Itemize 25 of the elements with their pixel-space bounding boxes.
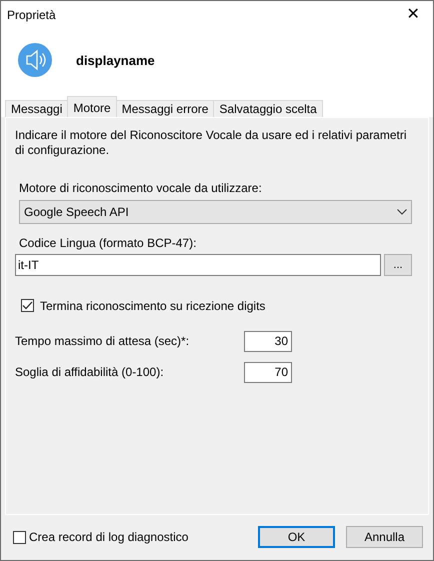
tab[interactable]: Salvataggio scelta [213,100,323,117]
ok-button[interactable]: OK [258,526,335,548]
tab[interactable]: Messaggi [5,100,68,117]
field-label: Codice Lingua (formato BCP-47): [19,234,198,252]
close-button[interactable]: ✕ [393,1,433,29]
checkbox-label: Crea record di log diagnostico [29,529,188,546]
cancel-button[interactable]: Annulla [346,526,423,548]
checkbox[interactable] [21,299,34,312]
chevron-down-icon [397,208,407,215]
description-text: Indicare il motore del Riconoscitore Vocale da usare ed i relativi parametri di configurazione. [15,128,408,158]
field-label: Soglia di affidabilità (0-100): [15,364,165,382]
window-title: Proprietà [7,7,56,24]
speaker-icon [18,43,52,78]
field-label: Tempo massimo di attesa (sec)*: [15,333,190,350]
number-field[interactable]: 70 [244,362,292,383]
checkbox-label: Termina riconoscimento su ricezione digits [40,298,266,315]
engine-dropdown[interactable]: Google Speech API [19,200,412,224]
tab[interactable]: Motore [67,96,117,117]
browse-button[interactable]: ... [384,254,412,276]
display-name: displayname [76,52,155,70]
language-field[interactable]: it-IT [15,254,381,276]
field-label: Motore di riconoscimento vocale da utilizzare: [19,180,263,197]
checkbox[interactable] [13,530,26,544]
number-field[interactable]: 30 [244,330,292,352]
tab[interactable]: Messaggi errore [116,100,214,117]
